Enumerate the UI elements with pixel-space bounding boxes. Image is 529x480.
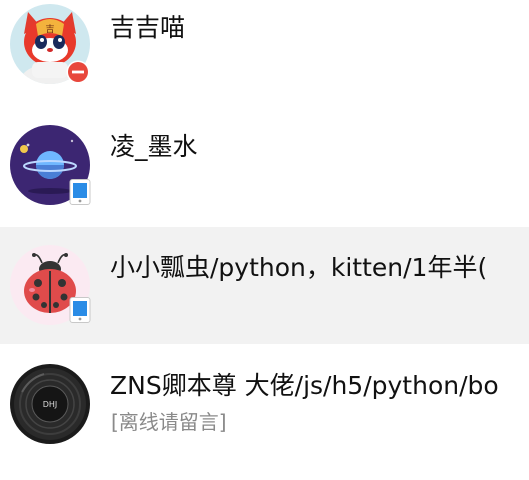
avatar[interactable]: DHJ [10,364,90,444]
avatar[interactable] [10,125,92,205]
contact-row-xiaoxiaopiaochong[interactable]: 小小瓢虫/python，kitten/1年半( [0,227,529,344]
contact-name: 吉吉喵 [110,13,186,42]
svg-text:吉: 吉 [45,24,54,35]
status-badge [68,179,92,205]
mobile-phone-icon [69,179,91,205]
contact-status-message: [离线请留言] [111,410,227,434]
contact-row-jijimiao[interactable]: 吉 吉吉喵 [0,0,529,105]
avatar[interactable]: 吉 [10,4,90,84]
contact-list: 吉 吉吉喵 凌_墨水 小小瓢虫/python，kitten/1年半(DHJ Z… [0,0,529,480]
contact-name: ZNS卿本尊 大佬/js/h5/python/bo [110,371,499,400]
status-badge [66,60,90,84]
contact-row-zns[interactable]: DHJ ZNS卿本尊 大佬/js/h5/python/bo [离线请留言] [0,344,529,461]
vinyl-disc-icon: DHJ [10,364,90,444]
svg-text:DHJ: DHJ [43,400,58,409]
contact-row-lingmoshui[interactable]: 凌_墨水 [0,105,529,222]
do-not-disturb-icon [66,60,90,84]
status-badge [68,297,92,323]
mobile-phone-icon [69,297,91,323]
contact-name: 小小瓢虫/python，kitten/1年半( [110,253,488,282]
contact-name: 凌_墨水 [110,132,198,161]
avatar[interactable] [10,245,92,325]
